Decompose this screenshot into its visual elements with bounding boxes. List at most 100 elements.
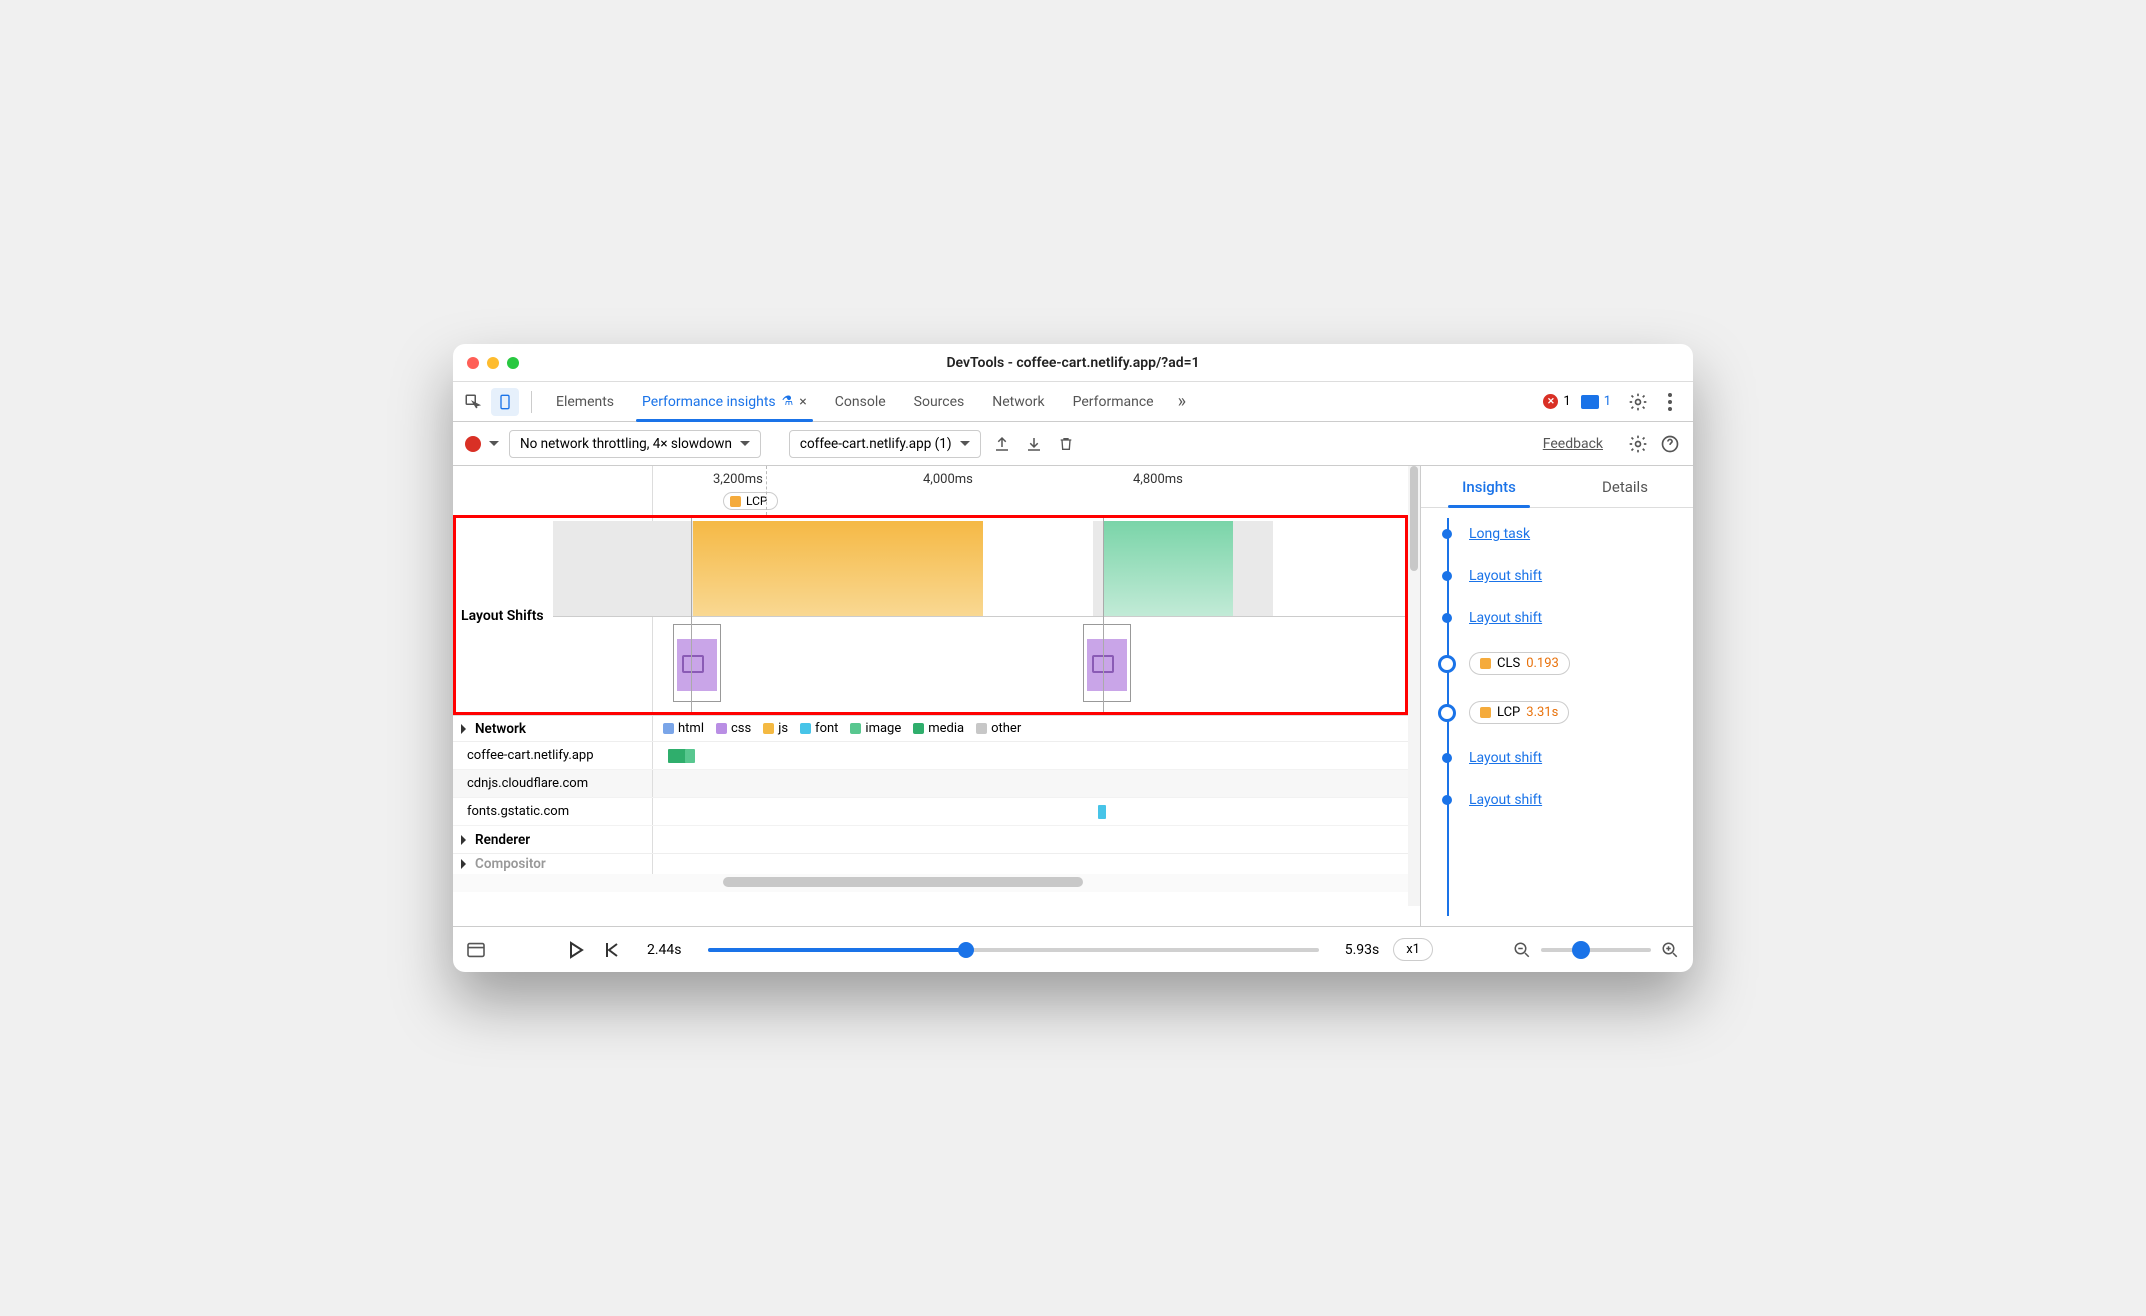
insight-layout-shift[interactable]: Layout shift [1469,750,1542,766]
network-track-header[interactable]: Network html css js font image media oth… [453,716,1420,742]
device-toolbar-icon[interactable] [491,388,519,416]
message-count-badge[interactable]: 1 [1581,394,1611,409]
insight-item[interactable]: Layout shift [1439,568,1681,584]
toggle-screenshot-icon[interactable] [465,939,487,961]
export-icon[interactable] [991,433,1013,455]
help-icon[interactable] [1659,433,1681,455]
insight-cls[interactable]: CLS 0.193 [1439,652,1681,675]
layout-shifts-track[interactable]: Layout Shifts [453,516,1420,716]
tab-performance-insights[interactable]: Performance insights ⚗ × [630,382,819,422]
time-ruler[interactable]: 3,200ms 4,000ms 4,800ms LCP [453,466,1420,516]
renderer-track-header[interactable]: Renderer [453,826,1420,854]
panel-settings-icon[interactable] [1627,433,1649,455]
zoom-out-icon[interactable] [1511,939,1533,961]
insights-tabs: Insights Details [1421,466,1693,508]
tab-network[interactable]: Network [980,382,1056,422]
lcp-value: 3.31s [1526,705,1558,720]
compositor-track-header[interactable]: Compositor [453,854,1420,874]
record-menu-caret[interactable] [489,441,499,451]
network-row[interactable]: fonts.gstatic.com [453,798,1420,826]
throttling-dropdown[interactable]: No network throttling, 4× slowdown [509,430,761,458]
network-host-3: fonts.gstatic.com [453,798,653,825]
lcp-marker-badge[interactable]: LCP [723,492,778,510]
tab-performance[interactable]: Performance [1061,382,1166,422]
timeline-area[interactable]: 3,200ms 4,000ms 4,800ms LCP Layout Shift… [453,466,1421,926]
feedback-link[interactable]: Feedback [1543,436,1603,452]
legend-css: css [731,721,751,736]
compositor-label: Compositor [475,856,546,872]
throttling-label: No network throttling, 4× slowdown [520,436,732,452]
delete-icon[interactable] [1055,433,1077,455]
shift-marker [1103,516,1104,715]
lcp-color-swatch [730,496,741,507]
message-count: 1 [1604,394,1611,409]
insights-list[interactable]: Long task Layout shift Layout shift CLS … [1421,508,1693,926]
insight-item[interactable]: Layout shift [1439,750,1681,766]
zoom-slider[interactable] [1541,948,1651,952]
recording-dropdown[interactable]: coffee-cart.netlify.app (1) [789,430,981,458]
insight-layout-shift[interactable]: Layout shift [1469,610,1542,626]
error-count-badge[interactable]: 1 [1543,394,1570,409]
insights-pane: Insights Details Long task Layout shift … [1421,466,1693,926]
settings-icon[interactable] [1627,391,1649,413]
playback-thumb[interactable] [958,942,974,958]
close-tab-icon[interactable]: × [799,394,806,410]
playback-speed-pill[interactable]: x1 [1393,938,1433,961]
layout-shift-block-1[interactable] [693,521,983,616]
playback-slider[interactable] [708,948,1319,952]
rewind-icon[interactable] [601,939,623,961]
legend-js: js [778,721,788,736]
insight-layout-shift[interactable]: Layout shift [1469,568,1542,584]
tab-perf-insights-label: Performance insights [642,394,776,410]
error-count: 1 [1563,394,1570,409]
ruler-tick-1: 3,200ms [713,472,763,487]
kebab-menu-icon[interactable] [1659,391,1681,413]
scrollbar-thumb[interactable] [1410,466,1418,571]
tab-sources-label: Sources [914,394,965,410]
import-icon[interactable] [1023,433,1045,455]
tab-details[interactable]: Details [1557,466,1693,507]
legend-media: media [928,721,964,736]
lcp-marker-label: LCP [746,494,767,508]
insight-lcp[interactable]: LCP 3.31s [1439,701,1681,724]
zoom-thumb[interactable] [1572,941,1590,959]
playback-start-time: 2.44s [647,942,682,958]
insight-long-task[interactable]: Long task [1469,526,1530,542]
screenshot-thumbnail-2[interactable] [1083,624,1131,702]
insight-layout-shift[interactable]: Layout shift [1469,792,1542,808]
insight-item[interactable]: Long task [1439,526,1681,542]
expand-icon[interactable] [461,724,471,734]
tab-sources[interactable]: Sources [902,382,977,422]
vertical-scrollbar[interactable] [1408,466,1420,906]
devtools-window: DevTools - coffee-cart.netlify.app/?ad=1… [453,344,1693,972]
tab-insights[interactable]: Insights [1421,466,1557,507]
tab-elements[interactable]: Elements [544,382,626,422]
tab-insights-label: Insights [1462,478,1516,496]
scrollbar-thumb[interactable] [723,877,1083,887]
cls-value: 0.193 [1526,656,1559,671]
insight-item[interactable]: Layout shift [1439,792,1681,808]
screenshot-thumbnail-1[interactable] [673,624,721,702]
network-row[interactable]: coffee-cart.netlify.app [453,742,1420,770]
expand-icon[interactable] [461,835,471,845]
layout-shift-block-2[interactable] [1103,521,1233,616]
flask-icon: ⚗ [782,394,794,409]
legend-other: other [991,721,1021,736]
inspect-element-icon[interactable] [459,388,487,416]
tab-details-label: Details [1602,478,1648,496]
expand-icon[interactable] [461,859,471,869]
horizontal-scrollbar[interactable] [453,874,1420,892]
main-content: 3,200ms 4,000ms 4,800ms LCP Layout Shift… [453,466,1693,926]
tab-console[interactable]: Console [823,382,898,422]
zoom-in-icon[interactable] [1659,939,1681,961]
network-row[interactable]: cdnjs.cloudflare.com [453,770,1420,798]
tab-elements-label: Elements [556,394,614,410]
play-icon[interactable] [565,939,587,961]
filmstrip-gap [553,521,698,616]
playback-footer: 2.44s 5.93s x1 [453,926,1693,972]
badges: 1 1 [1543,394,1611,409]
more-tabs-icon[interactable]: » [1170,391,1194,412]
renderer-label: Renderer [475,832,530,848]
record-button[interactable] [465,436,481,452]
insight-item[interactable]: Layout shift [1439,610,1681,626]
